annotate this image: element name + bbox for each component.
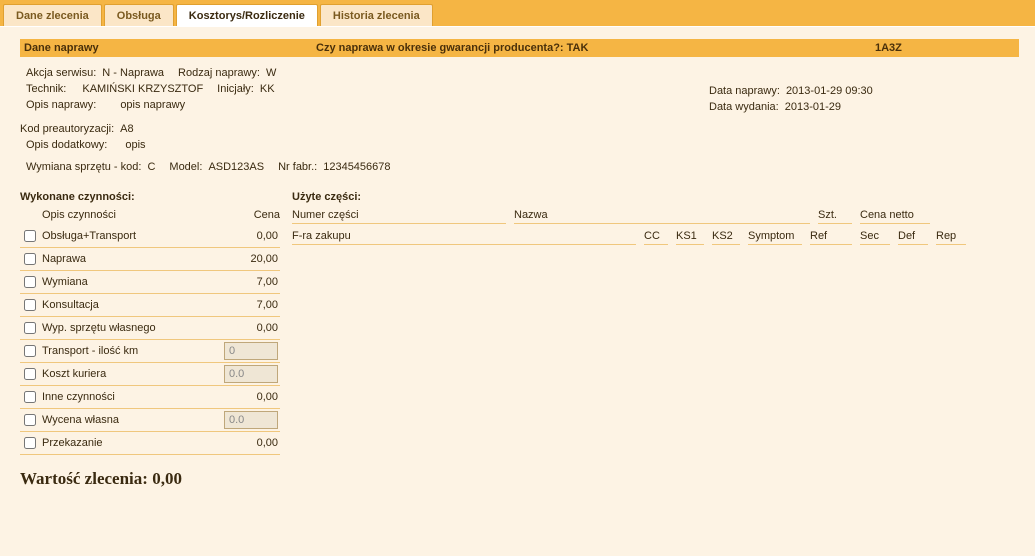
- header-code: 1A3Z: [871, 41, 1019, 55]
- tab-dane-zlecenia[interactable]: Dane zlecenia: [3, 4, 102, 26]
- activity-checkbox[interactable]: [24, 322, 36, 334]
- value-model: ASD123AS: [208, 161, 264, 173]
- activity-row: Wycena własna: [20, 409, 280, 432]
- activity-price: 7,00: [218, 276, 280, 288]
- label-inicjaly: Inicjały:: [217, 83, 260, 95]
- value-akcja: N - Naprawa: [102, 67, 164, 79]
- label-opis-naprawy: Opis naprawy:: [26, 99, 102, 111]
- col-symptom: Symptom: [748, 230, 802, 245]
- parts-title: Użyte części:: [292, 191, 1019, 203]
- activity-checkbox[interactable]: [24, 276, 36, 288]
- col-ks2: KS2: [712, 230, 740, 245]
- label-akcja: Akcja serwisu:: [26, 67, 102, 79]
- activity-checkbox[interactable]: [24, 391, 36, 403]
- activity-name: Transport - ilość km: [40, 345, 218, 357]
- col-fra: F-ra zakupu: [292, 230, 636, 245]
- activity-name: Wycena własna: [40, 414, 218, 426]
- activity-input[interactable]: [224, 411, 278, 429]
- activity-checkbox[interactable]: [24, 253, 36, 265]
- activity-row: Inne czynności0,00: [20, 386, 280, 409]
- col-nazwa: Nazwa: [514, 209, 810, 224]
- activity-checkbox[interactable]: [24, 299, 36, 311]
- header-dane-naprawy: Dane naprawy: [20, 41, 312, 55]
- value-opis-dod: opis: [125, 139, 145, 151]
- value-inicjaly: KK: [260, 83, 275, 95]
- total-value: 0,00: [152, 469, 182, 488]
- activity-row: Transport - ilość km: [20, 340, 280, 363]
- value-wymiana-kod: C: [147, 161, 155, 173]
- activity-row: Koszt kuriera: [20, 363, 280, 386]
- activity-input[interactable]: [224, 342, 278, 360]
- value-kod-preaut: A8: [120, 123, 133, 135]
- activity-checkbox[interactable]: [24, 414, 36, 426]
- label-kod-preaut: Kod preautoryzacji:: [20, 123, 120, 135]
- label-opis-dod: Opis dodatkowy:: [26, 139, 113, 151]
- label-data-naprawy: Data naprawy:: [709, 85, 786, 97]
- col-def: Def: [898, 230, 928, 245]
- value-data-naprawy: 2013-01-29 09:30: [786, 85, 873, 97]
- col-sec: Sec: [860, 230, 890, 245]
- activity-input[interactable]: [224, 365, 278, 383]
- activity-name: Wyp. sprzętu własnego: [40, 322, 218, 334]
- activity-price: 7,00: [218, 299, 280, 311]
- tab-obsluga[interactable]: Obsługa: [104, 4, 174, 26]
- activity-row: Naprawa20,00: [20, 248, 280, 271]
- col-szt: Szt.: [818, 209, 852, 224]
- activity-name: Wymiana: [40, 276, 218, 288]
- label-wymiana-kod: Wymiana sprzętu - kod:: [26, 161, 147, 173]
- value-data-wydania: 2013-01-29: [785, 101, 841, 113]
- activity-checkbox[interactable]: [24, 230, 36, 242]
- tab-kosztorys[interactable]: Kosztorys/Rozliczenie: [176, 4, 318, 26]
- activity-row: Obsługa+Transport0,00: [20, 225, 280, 248]
- repair-header: Dane naprawy Czy naprawa w okresie gwara…: [20, 39, 1019, 57]
- value-nrfab: 12345456678: [323, 161, 390, 173]
- label-rodzaj: Rodzaj naprawy:: [178, 67, 266, 79]
- activity-checkbox[interactable]: [24, 368, 36, 380]
- label-data-wydania: Data wydania:: [709, 101, 785, 113]
- tabs-bar: Dane zlecenia Obsługa Kosztorys/Rozlicze…: [0, 0, 1035, 27]
- col-numer: Numer części: [292, 209, 506, 224]
- col-rep: Rep: [936, 230, 966, 245]
- tab-historia[interactable]: Historia zlecenia: [320, 4, 433, 26]
- activity-name: Naprawa: [40, 253, 218, 265]
- activity-row: Wyp. sprzętu własnego0,00: [20, 317, 280, 340]
- label-technik: Technik:: [26, 83, 72, 95]
- activity-name: Przekazanie: [40, 437, 218, 449]
- label-model: Model:: [169, 161, 208, 173]
- activity-price: 0,00: [218, 391, 280, 403]
- col-opis: Opis czynności: [42, 209, 232, 221]
- activity-name: Koszt kuriera: [40, 368, 218, 380]
- col-ref: Ref: [810, 230, 852, 245]
- activities-title: Wykonane czynności:: [20, 191, 280, 203]
- activity-checkbox[interactable]: [24, 345, 36, 357]
- total-label: Wartość zlecenia: [20, 469, 142, 488]
- activity-checkbox[interactable]: [24, 437, 36, 449]
- value-technik: KAMIŃSKI KRZYSZTOF: [82, 83, 203, 95]
- col-cena-netto: Cena netto: [860, 209, 930, 224]
- activity-price: 20,00: [218, 253, 280, 265]
- activity-name: Inne czynności: [40, 391, 218, 403]
- activity-row: Wymiana7,00: [20, 271, 280, 294]
- activity-price: 0,00: [218, 322, 280, 334]
- activity-price: 0,00: [218, 230, 280, 242]
- activity-row: Przekazanie0,00: [20, 432, 280, 455]
- activity-price: 0,00: [218, 437, 280, 449]
- header-warranty: Czy naprawa w okresie gwarancji producen…: [312, 41, 871, 55]
- value-rodzaj: W: [266, 67, 276, 79]
- activity-row: Konsultacja7,00: [20, 294, 280, 317]
- col-cc: CC: [644, 230, 668, 245]
- col-ks1: KS1: [676, 230, 704, 245]
- activity-name: Obsługa+Transport: [40, 230, 218, 242]
- activity-name: Konsultacja: [40, 299, 218, 311]
- col-cena: Cena: [232, 209, 280, 221]
- label-nrfab: Nr fabr.:: [278, 161, 323, 173]
- value-opis-naprawy: opis naprawy: [120, 99, 185, 111]
